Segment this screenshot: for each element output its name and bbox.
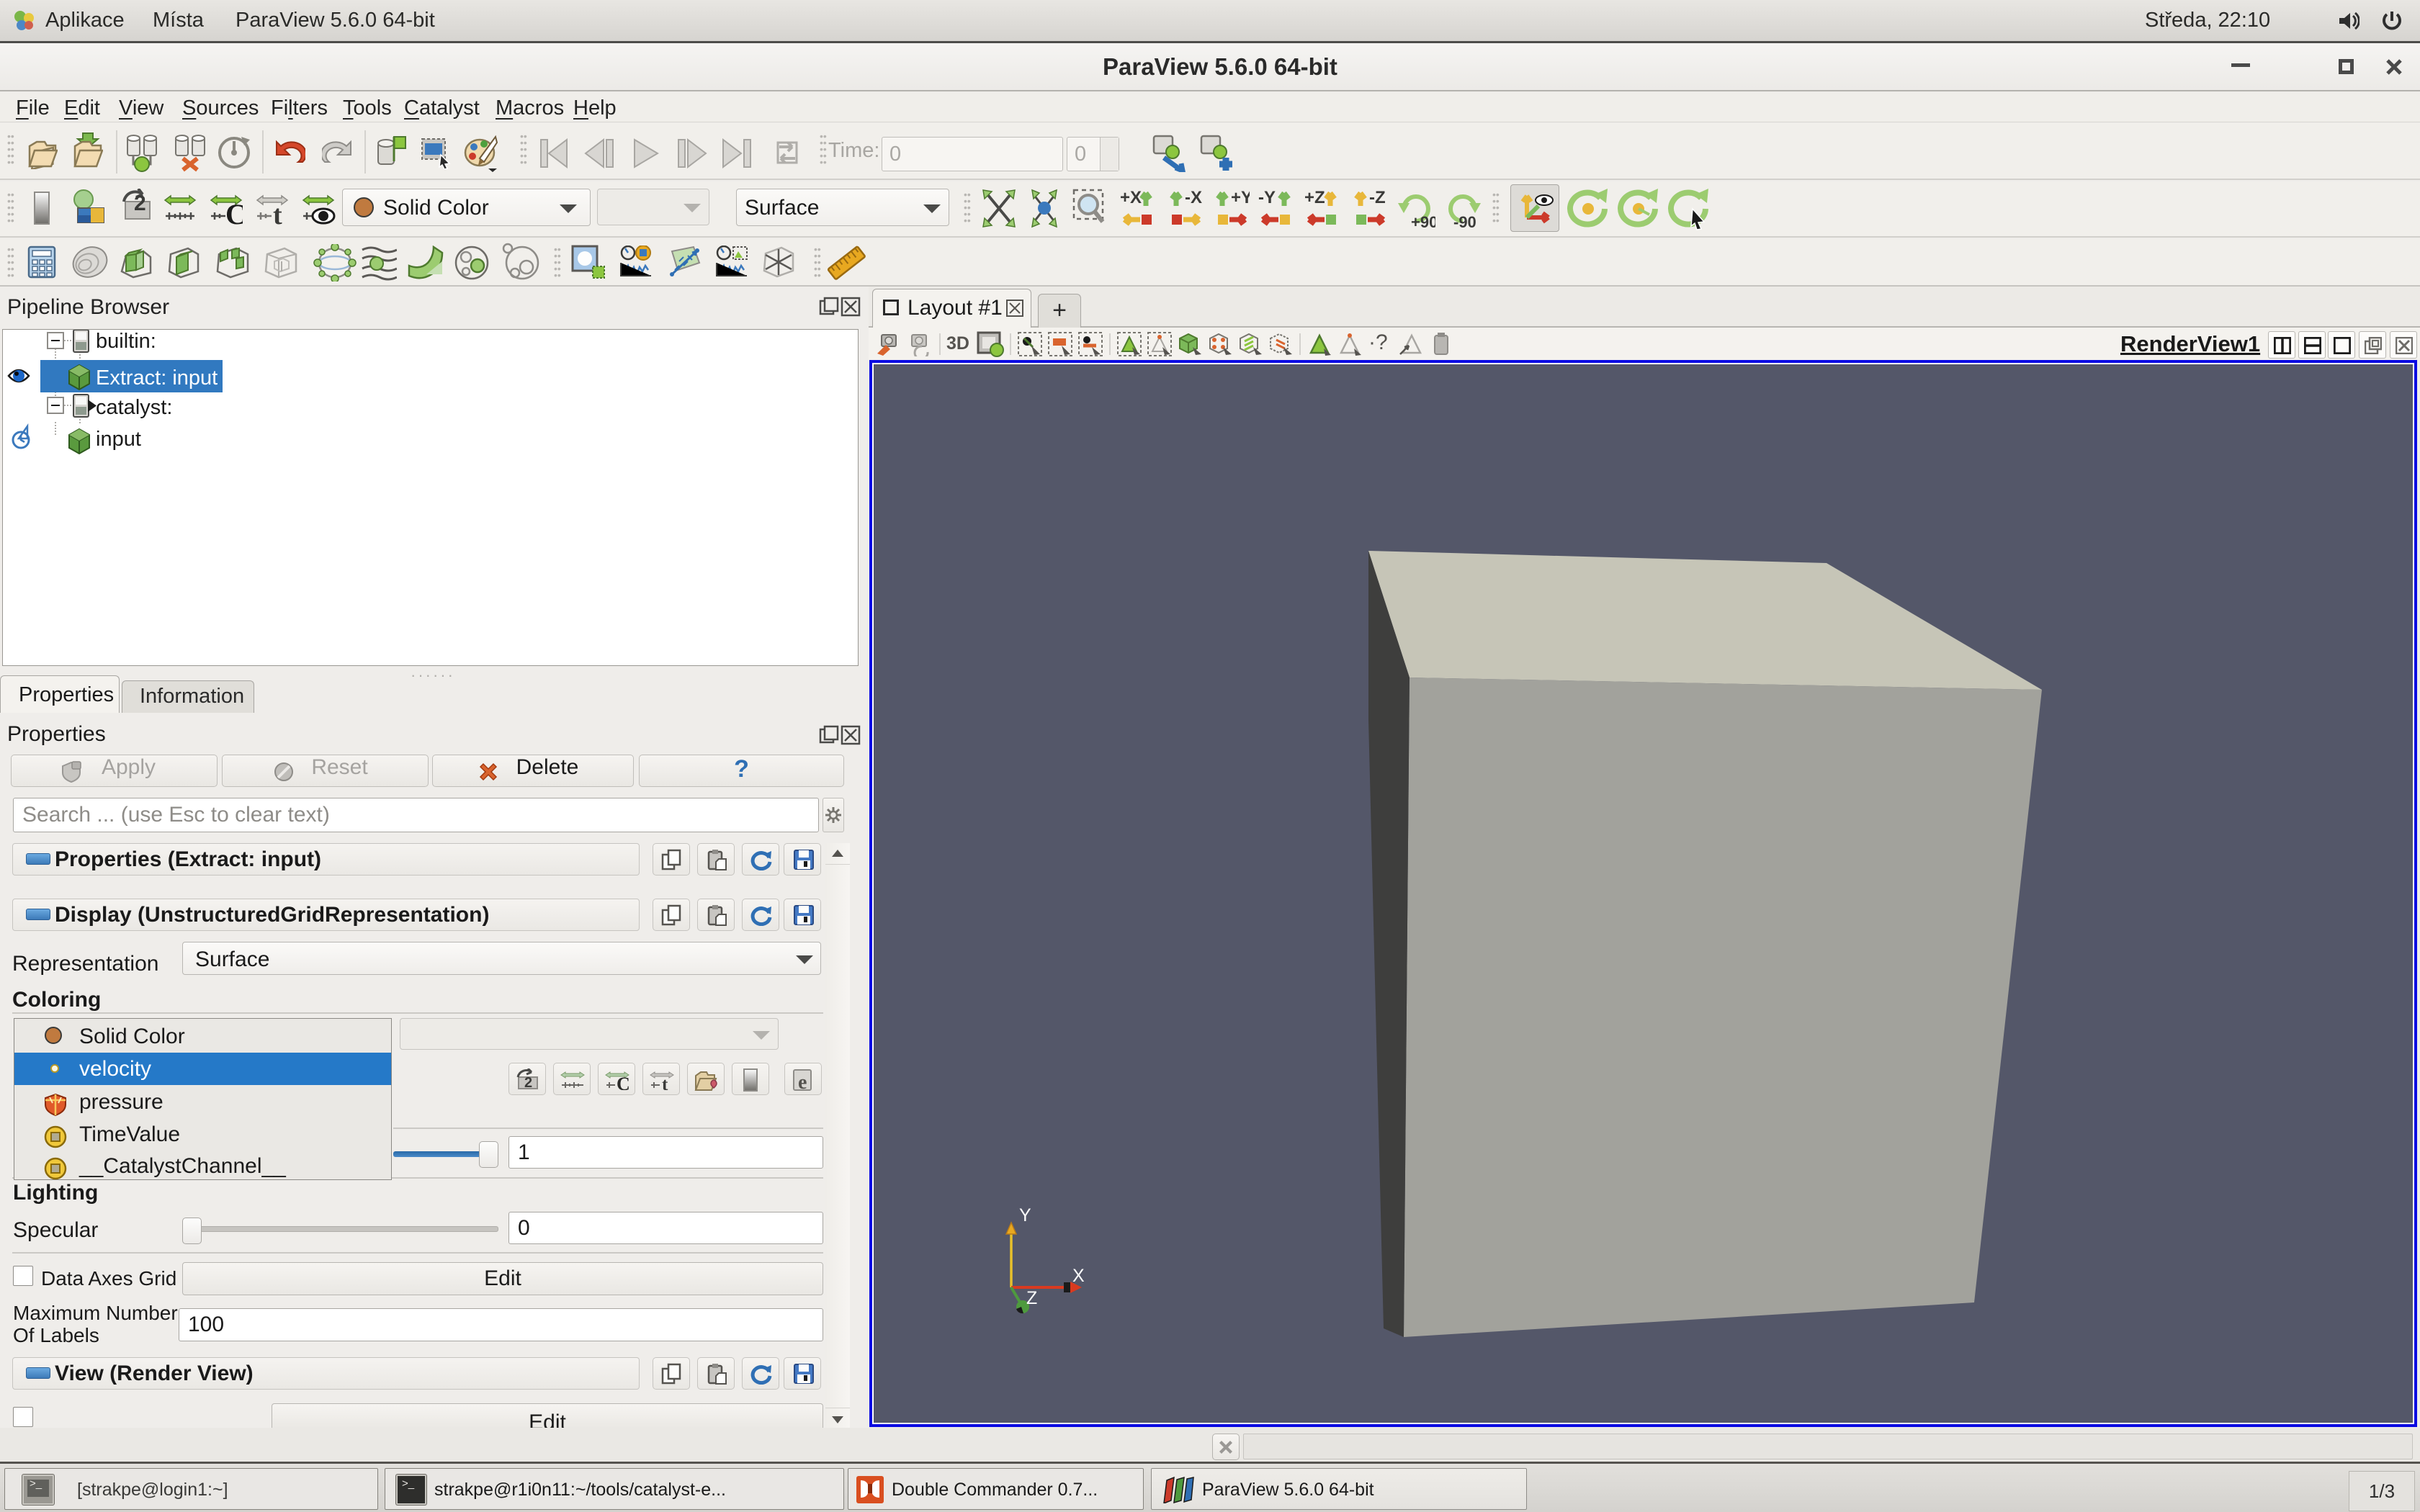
svg-text:+Z: +Z xyxy=(1304,189,1325,207)
svg-text:X: X xyxy=(1072,1266,1085,1286)
svg-text:+90: +90 xyxy=(1411,213,1435,228)
svg-text:-90: -90 xyxy=(1453,213,1476,228)
svg-text:-Y: -Y xyxy=(1258,189,1276,207)
svg-text:+X: +X xyxy=(1120,189,1142,207)
svg-text:-X: -X xyxy=(1185,189,1202,207)
svg-text:C: C xyxy=(225,198,243,225)
svg-text:2: 2 xyxy=(134,192,146,215)
svg-text:+Y: +Y xyxy=(1231,189,1250,207)
svg-text:Y: Y xyxy=(1019,1205,1031,1225)
svg-text:input: input xyxy=(96,428,141,451)
svg-text:Extract: input: Extract: input xyxy=(96,366,218,390)
svg-text:t: t xyxy=(273,200,282,225)
svg-text:builtin:: builtin: xyxy=(96,330,156,353)
svg-text:2: 2 xyxy=(524,1075,532,1091)
svg-text:catalyst:: catalyst: xyxy=(96,396,172,419)
svg-text:C: C xyxy=(617,1074,629,1090)
svg-text:t: t xyxy=(662,1075,668,1090)
svg-text:e: e xyxy=(798,1071,807,1092)
svg-text:Z: Z xyxy=(1026,1288,1037,1308)
svg-text:-Z: -Z xyxy=(1369,189,1386,207)
